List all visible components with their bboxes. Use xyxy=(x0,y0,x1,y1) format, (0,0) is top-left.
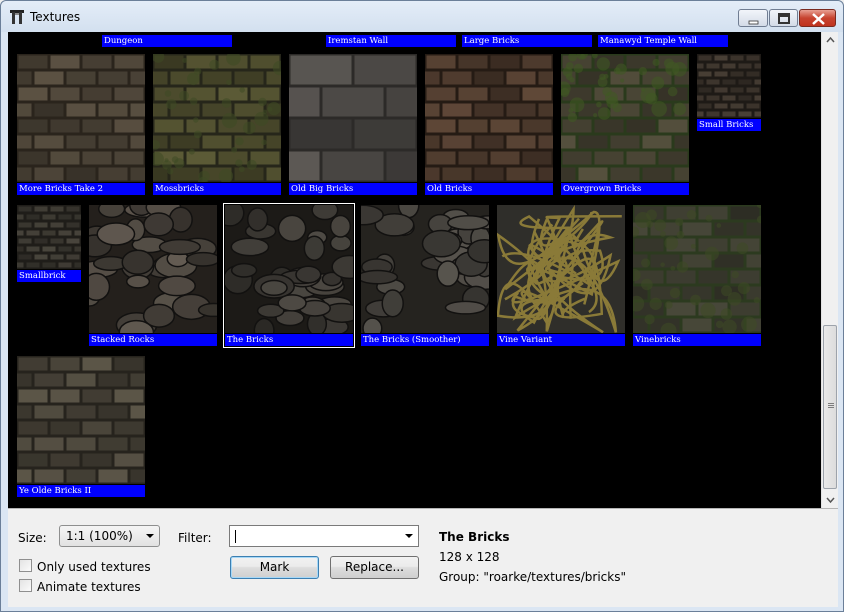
header-strip-item[interactable]: Large Bricks xyxy=(462,35,592,47)
texture-thumbnail xyxy=(425,54,553,182)
texture-tile[interactable]: Ye Olde Bricks II xyxy=(17,356,145,497)
texture-tile[interactable]: More Bricks Take 2 xyxy=(17,54,145,195)
vertical-scrollbar[interactable] xyxy=(821,32,838,508)
window-title: Textures xyxy=(30,10,81,24)
texture-tile[interactable]: Vinebricks xyxy=(633,205,761,346)
header-strip-item[interactable]: Manawyd Temple Wall xyxy=(598,35,728,47)
mark-button[interactable]: Mark xyxy=(230,556,319,579)
texture-label: Stacked Rocks xyxy=(89,334,217,346)
filter-label: Filter: xyxy=(178,531,212,545)
texture-tile[interactable]: Overgrown Bricks xyxy=(561,54,689,195)
texture-label: Old Bricks xyxy=(425,183,553,195)
only-used-checkbox[interactable] xyxy=(19,559,32,572)
texture-label: Vinebricks xyxy=(633,334,761,346)
selected-texture-size: 128 x 128 xyxy=(439,550,500,564)
close-button[interactable] xyxy=(799,9,836,27)
texture-thumbnail xyxy=(289,54,417,182)
size-label: Size: xyxy=(18,531,47,545)
texture-label: Ye Olde Bricks II xyxy=(17,485,145,497)
filter-combo[interactable] xyxy=(229,525,419,547)
header-strip-item[interactable]: Iremstan Wall xyxy=(326,35,456,47)
texture-thumbnail xyxy=(497,205,625,333)
texture-label: The Bricks (Smoother) xyxy=(361,334,489,346)
selection-frame xyxy=(223,203,355,348)
selected-texture-group: Group: "roarke/textures/bricks" xyxy=(439,570,626,584)
texture-label: Overgrown Bricks xyxy=(561,183,689,195)
scroll-up-icon[interactable] xyxy=(822,32,839,49)
texture-tile[interactable]: Stacked Rocks xyxy=(89,205,217,346)
texture-tile[interactable]: The Bricks (Smoother) xyxy=(361,205,489,346)
texture-browser[interactable]: Dungeon Iremstan Wall Large Bricks Manaw… xyxy=(8,32,821,508)
texture-label: More Bricks Take 2 xyxy=(17,183,145,195)
header-strip-item[interactable]: Dungeon xyxy=(102,35,232,47)
maximize-icon xyxy=(778,13,790,24)
texture-thumbnail xyxy=(361,205,489,333)
texture-thumbnail xyxy=(17,205,81,269)
filter-input[interactable] xyxy=(233,528,393,544)
texture-thumbnail xyxy=(89,205,217,333)
texture-thumbnail xyxy=(17,356,145,484)
texture-thumbnail xyxy=(633,205,761,333)
texture-label: Old Big Bricks xyxy=(289,183,417,195)
minimize-icon xyxy=(748,20,759,25)
texture-tile[interactable]: Old Big Bricks xyxy=(289,54,417,195)
only-used-label[interactable]: Only used textures xyxy=(37,560,151,574)
texture-label: Vine Variant xyxy=(497,334,625,346)
size-value: 1:1 (100%) xyxy=(66,529,133,543)
texture-thumbnail xyxy=(561,54,689,182)
app-icon xyxy=(10,10,24,24)
title-bar[interactable]: Textures xyxy=(1,1,843,32)
text-caret xyxy=(235,530,236,543)
options-panel: Size: 1:1 (100%) Filter: Mark Replace...… xyxy=(8,508,838,607)
close-icon xyxy=(812,13,825,25)
textures-window: Textures Dungeon Iremstan Wall Large Bri… xyxy=(0,0,844,612)
scroll-down-icon[interactable] xyxy=(822,491,839,508)
maximize-button[interactable] xyxy=(769,9,798,27)
texture-thumbnail xyxy=(153,54,281,182)
client-area: Dungeon Iremstan Wall Large Bricks Manaw… xyxy=(8,32,838,607)
texture-tile[interactable]: The Bricks xyxy=(223,203,355,348)
scrollbar-thumb[interactable] xyxy=(823,325,837,489)
size-select[interactable]: 1:1 (100%) xyxy=(59,525,160,547)
animate-label[interactable]: Animate textures xyxy=(37,580,141,594)
replace-button[interactable]: Replace... xyxy=(330,556,419,579)
minimize-button[interactable] xyxy=(738,9,768,27)
texture-label: Mossbricks xyxy=(153,183,281,195)
selected-texture-name: The Bricks xyxy=(439,530,510,544)
texture-thumbnail xyxy=(17,54,145,182)
texture-tile[interactable]: Smallbrick xyxy=(17,205,81,282)
chevron-down-icon[interactable] xyxy=(405,534,413,538)
texture-tile[interactable]: Vine Variant xyxy=(497,205,625,346)
texture-tile[interactable]: Mossbricks xyxy=(153,54,281,195)
chevron-down-icon xyxy=(146,534,154,538)
texture-tile[interactable]: Old Bricks xyxy=(425,54,553,195)
texture-tile[interactable]: Small Bricks xyxy=(697,54,761,131)
texture-thumbnail xyxy=(697,54,761,118)
texture-label: Smallbrick xyxy=(17,270,81,282)
texture-label: Small Bricks xyxy=(697,119,761,131)
animate-checkbox[interactable] xyxy=(19,579,32,592)
